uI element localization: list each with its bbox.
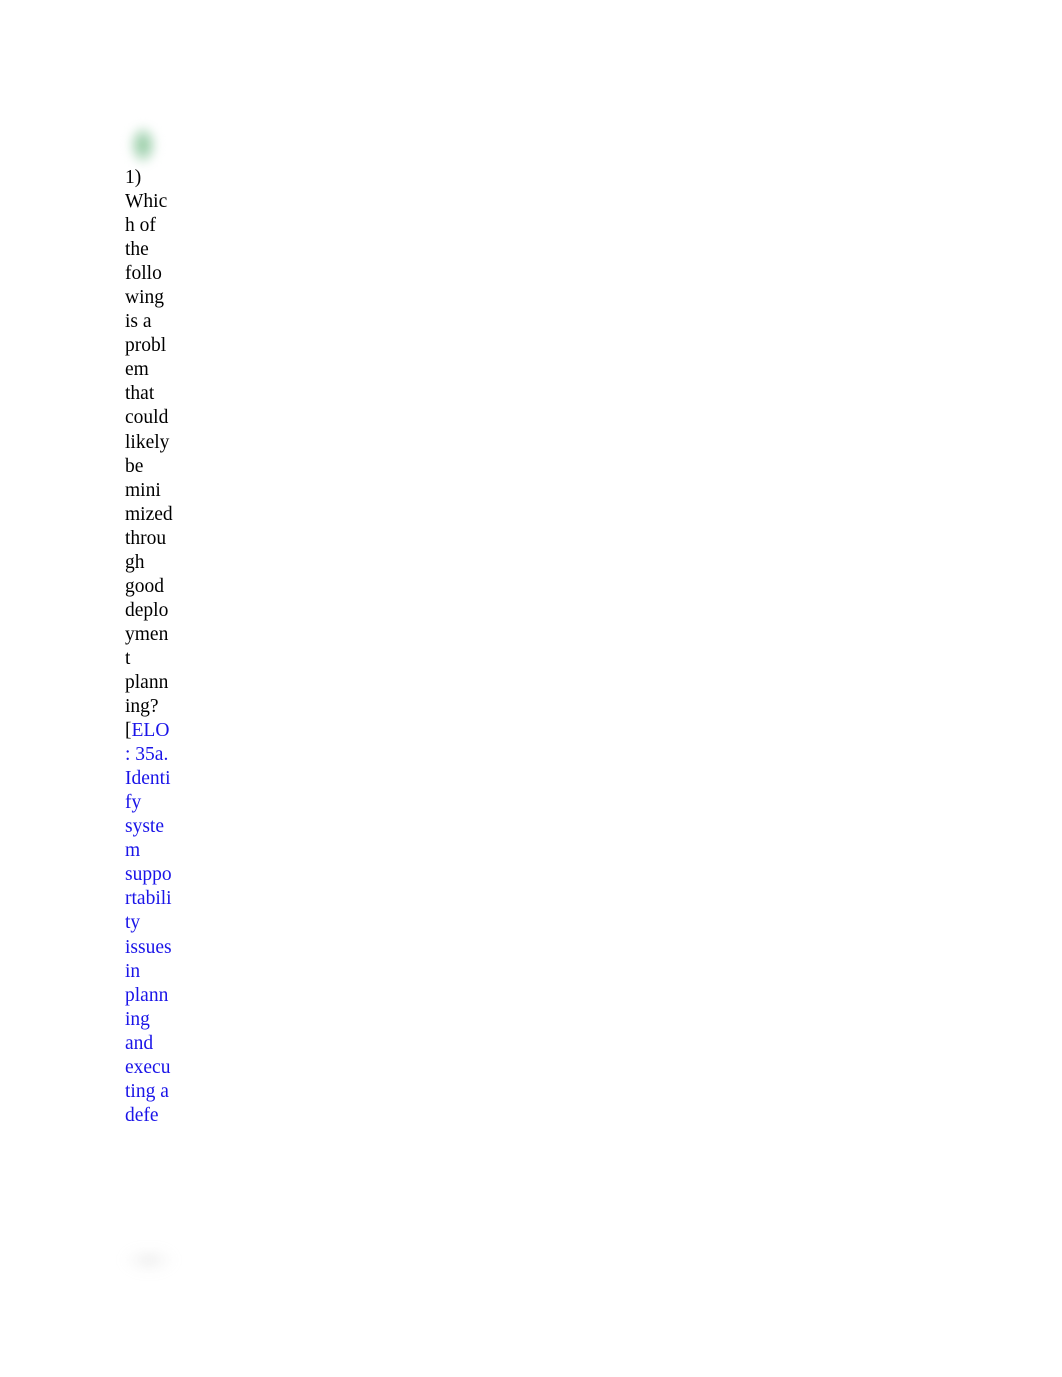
question-text-column: 1) Which of the following is a problem t… xyxy=(125,166,173,1128)
document-page: 1) Which of the following is a problem t… xyxy=(0,0,1062,1377)
elo-reference-text: ELO: 35a. Identify system supportability… xyxy=(125,720,172,1126)
question-text: 1) Which of the following is a problem t… xyxy=(125,167,173,718)
page-shadow-artifact xyxy=(120,1248,178,1278)
green-blurred-logo-icon xyxy=(126,124,160,166)
